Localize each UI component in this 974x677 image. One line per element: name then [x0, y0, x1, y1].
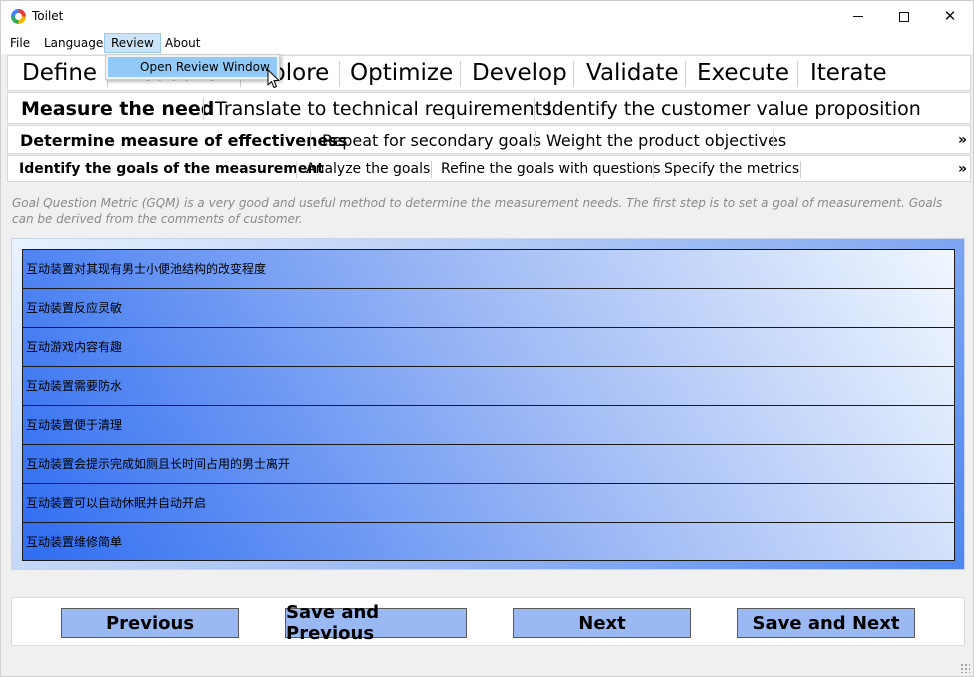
tab-separator — [339, 61, 340, 87]
maximize-icon — [899, 11, 909, 22]
method-description: Goal Question Metric (GQM) is a very goo… — [12, 196, 943, 226]
resize-grip-icon[interactable] — [960, 663, 970, 673]
tab-optimize[interactable]: Optimize — [350, 56, 453, 90]
list-item[interactable]: 互动装置会提示完成如厕且长时间占用的男士离开 — [23, 445, 954, 484]
task-tabs: Identify the goals of the measurement An… — [7, 155, 971, 182]
minimize-button[interactable] — [835, 1, 881, 32]
tab-specify-metrics[interactable]: Specify the metrics — [664, 156, 799, 183]
scroll-right-icon[interactable]: » — [958, 126, 967, 155]
app-logo-icon — [11, 9, 26, 24]
menu-about[interactable]: About — [159, 33, 206, 53]
app-window: Toilet ✕ File Language Review About Defi… — [0, 0, 974, 677]
close-icon: ✕ — [943, 7, 957, 25]
tab-analyze-goals[interactable]: Analyze the goals — [306, 156, 430, 183]
tab-iterate[interactable]: Iterate — [810, 56, 887, 90]
menu-file[interactable]: File — [4, 33, 36, 53]
tab-identify-goals[interactable]: Identify the goals of the measurement — [19, 156, 324, 183]
tab-separator — [310, 131, 311, 150]
navigation-bar: Previous Save and Previous Next Save and… — [11, 597, 965, 646]
tab-separator — [431, 161, 432, 178]
review-dropdown-menu: Open Review Window — [105, 54, 280, 80]
tab-separator — [685, 61, 686, 87]
list-item[interactable]: 互动装置维修简单 — [23, 523, 954, 562]
tab-develop[interactable]: Develop — [472, 56, 567, 90]
tab-validate[interactable]: Validate — [586, 56, 679, 90]
open-review-window-item[interactable]: Open Review Window — [108, 57, 277, 77]
menu-language[interactable]: Language — [38, 33, 109, 53]
tab-separator — [773, 131, 774, 150]
tab-separator — [535, 131, 536, 150]
list-item[interactable]: 互动装置对其现有男士小便池结构的改变程度 — [23, 250, 954, 289]
tab-define[interactable]: Define — [22, 56, 97, 90]
save-and-previous-button[interactable]: Save and Previous — [285, 602, 467, 644]
step-tabs: Measure the need Translate to technical … — [7, 92, 971, 124]
tab-translate-requirements[interactable]: Translate to technical requirements — [215, 93, 552, 125]
goals-list[interactable]: 互动装置对其现有男士小便池结构的改变程度 互动装置反应灵敏 互动游戏内容有趣 互… — [22, 249, 955, 561]
scroll-right-icon[interactable]: » — [958, 156, 967, 183]
tab-measure-of-effectiveness[interactable]: Determine measure of effectiveness — [20, 126, 347, 155]
tab-execute[interactable]: Execute — [697, 56, 789, 90]
close-button[interactable]: ✕ — [927, 1, 973, 32]
maximize-button[interactable] — [881, 1, 927, 32]
previous-button[interactable]: Previous — [61, 608, 239, 638]
list-item[interactable]: 互动装置需要防水 — [23, 367, 954, 406]
tab-customer-value[interactable]: Identify the customer value proposition — [546, 93, 921, 125]
tab-measure-the-need[interactable]: Measure the need — [21, 93, 214, 125]
tab-separator — [203, 98, 204, 120]
window-title: Toilet — [32, 9, 64, 23]
next-button[interactable]: Next — [513, 608, 691, 638]
tab-weight-objectives[interactable]: Weight the product objectives — [546, 126, 786, 155]
tab-secondary-goals[interactable]: Repeat for secondary goals — [322, 126, 541, 155]
mouse-cursor-icon — [267, 69, 280, 88]
title-bar: Toilet ✕ — [1, 1, 973, 32]
list-item[interactable]: 互动装置便于清理 — [23, 406, 954, 445]
tab-refine-goals[interactable]: Refine the goals with questions — [441, 156, 661, 183]
tab-separator — [573, 61, 574, 87]
list-item[interactable]: 互动游戏内容有趣 — [23, 328, 954, 367]
tab-separator — [460, 61, 461, 87]
minimize-icon — [853, 16, 863, 17]
tab-separator — [653, 161, 654, 178]
list-item[interactable]: 互动装置可以自动休眠并自动开启 — [23, 484, 954, 523]
list-item[interactable]: 互动装置反应灵敏 — [23, 289, 954, 328]
tab-separator — [534, 98, 535, 120]
tab-separator — [296, 161, 297, 178]
menu-review[interactable]: Review — [104, 33, 161, 53]
save-and-next-button[interactable]: Save and Next — [737, 608, 915, 638]
goals-panel: 互动装置对其现有男士小便池结构的改变程度 互动装置反应灵敏 互动游戏内容有趣 互… — [11, 238, 965, 570]
substep-tabs: Determine measure of effectiveness Repea… — [7, 125, 971, 154]
menu-bar: File Language Review About — [1, 32, 973, 54]
tab-separator — [797, 61, 798, 87]
tab-separator — [800, 161, 801, 178]
